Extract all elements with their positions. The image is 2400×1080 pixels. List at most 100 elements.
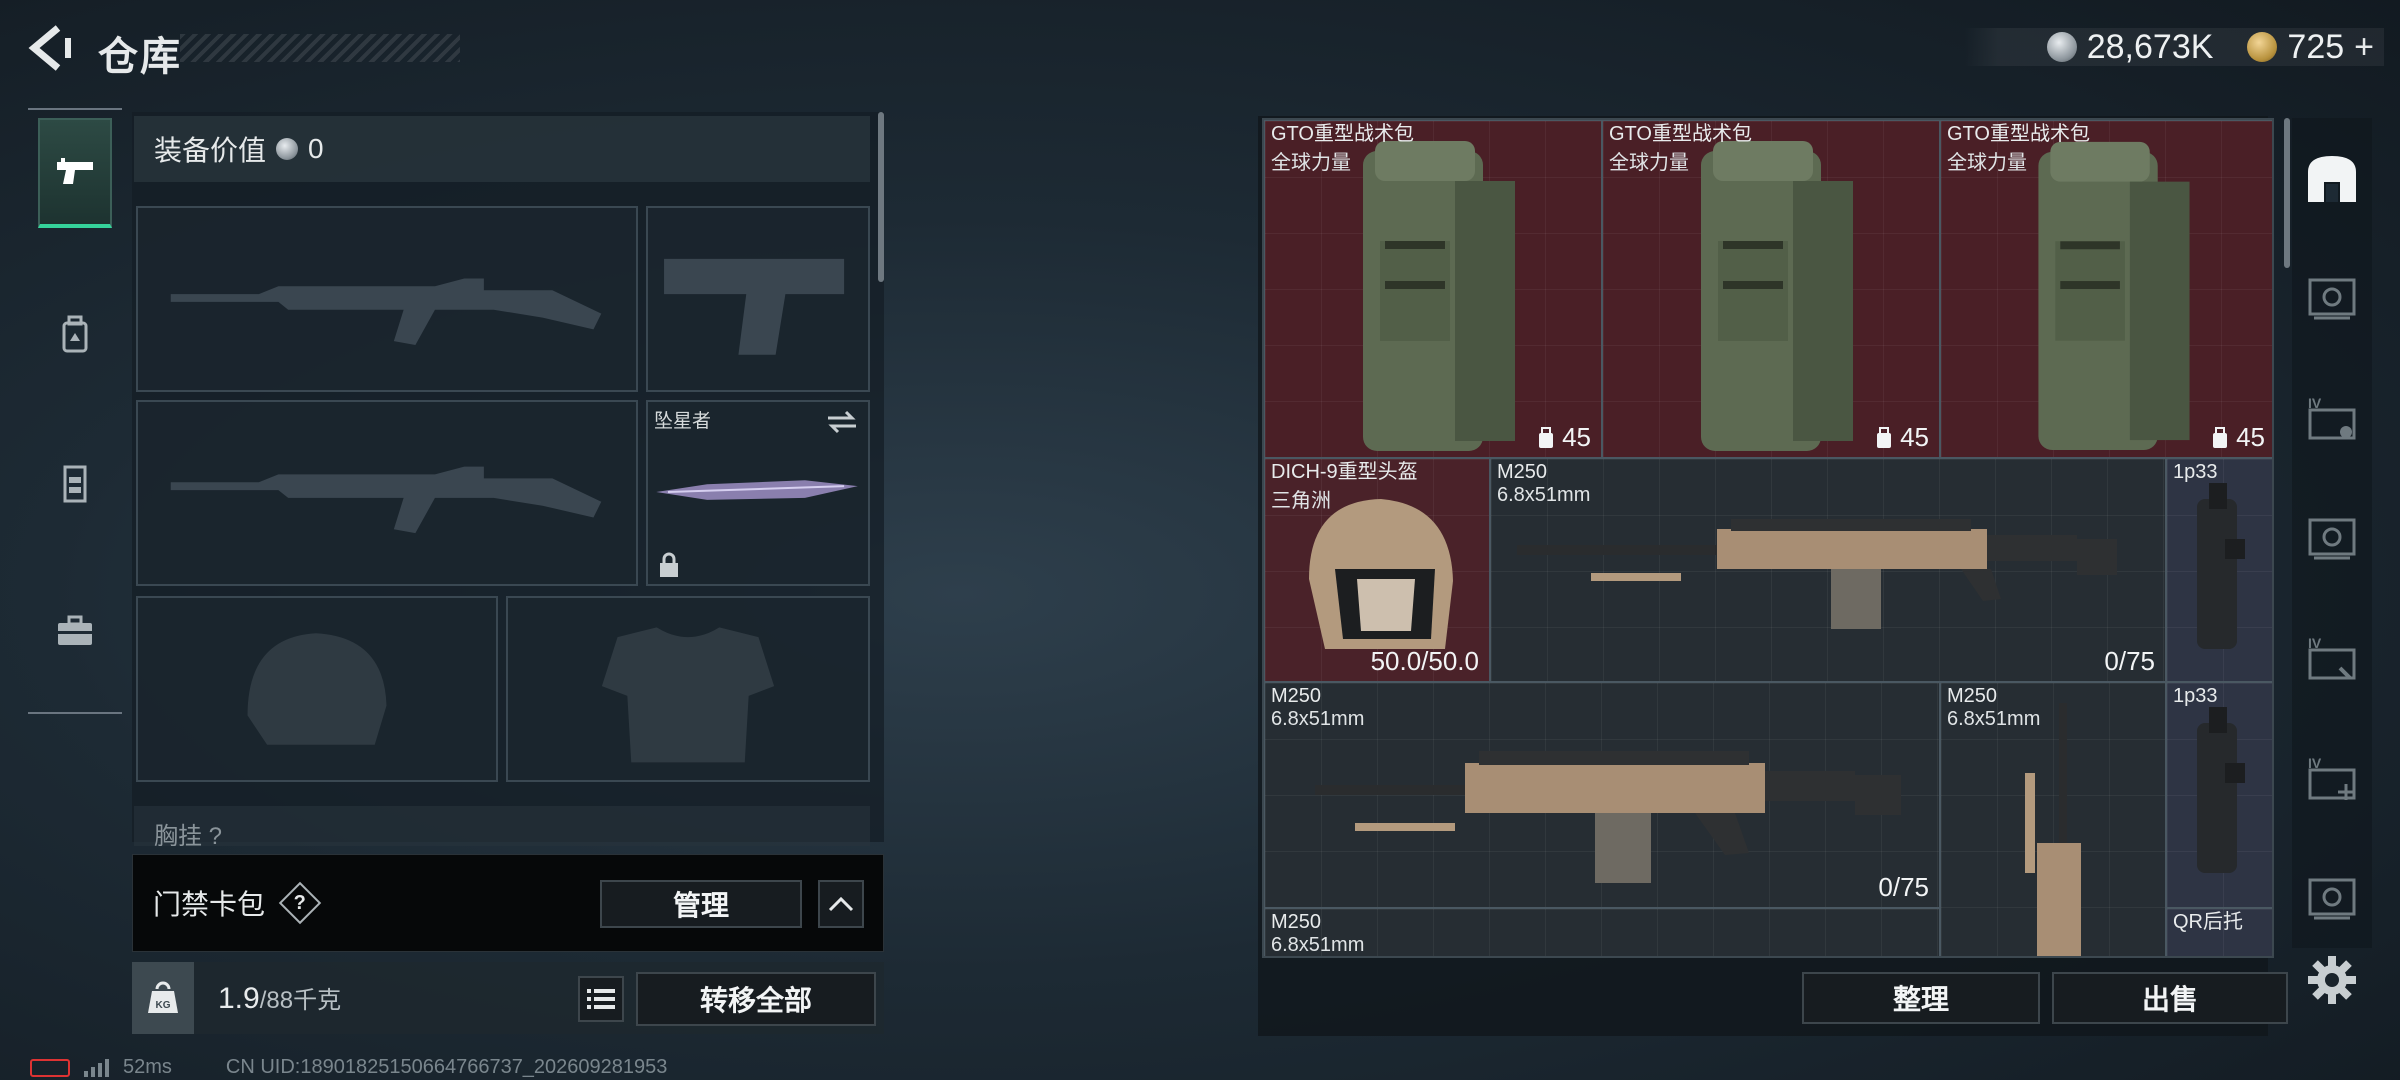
storage-item-helmet[interactable]: DICH-9重型头盔 三角洲 50.0/50.0 — [1264, 458, 1490, 682]
item-faction: 全球力量 — [1271, 152, 1351, 174]
tab-case[interactable] — [38, 576, 112, 686]
equipment-value-amount: 0 — [308, 133, 324, 164]
item-name: GTO重型战术包 — [1609, 123, 1752, 145]
rail-tab-4[interactable]: IV — [2300, 628, 2364, 688]
item-name: DICH-9重型头盔 — [1271, 461, 1418, 483]
gold-coin-icon — [2247, 32, 2278, 62]
storage-item-stock[interactable]: QR后托 — [2166, 908, 2272, 956]
rail-all-storage[interactable] — [2300, 148, 2364, 208]
equipment-value-header: 装备价值 0 — [134, 116, 870, 182]
transfer-all-button[interactable]: 转移全部 — [636, 972, 876, 1026]
lock-icon — [660, 552, 678, 577]
tab-vest[interactable] — [38, 428, 112, 538]
item-name: GTO重型战术包 — [1947, 123, 2090, 145]
briefcase-icon — [58, 615, 92, 645]
item-name: 1p33 — [2173, 685, 2218, 707]
body-armor-slot[interactable] — [506, 596, 870, 782]
tier-4-add-icon: IV — [2308, 755, 2356, 800]
primary-weapon-slot-1[interactable] — [136, 206, 638, 392]
item-ammo-count: 0/75 — [2104, 646, 2155, 676]
rail-tab-2[interactable]: IV — [2300, 388, 2364, 448]
item-ammo-count: 0/75 — [1878, 872, 1929, 902]
storage-item-m250[interactable]: M250 6.8x51mm 0/75 — [1264, 682, 1940, 908]
rifle-silhouette-icon — [170, 278, 602, 345]
item-capacity: 45 — [1536, 422, 1591, 453]
title-decoration — [180, 34, 460, 62]
gear-icon[interactable] — [2306, 954, 2358, 1006]
weight-readout: 1.9/88千克 — [218, 982, 342, 1015]
storage-item-m250[interactable]: M250 6.8x51mm 0/75 — [1490, 458, 2166, 682]
rail-tab-5[interactable]: IV — [2300, 748, 2364, 808]
battery-icon — [30, 1058, 70, 1077]
help-icon[interactable]: ? — [278, 881, 322, 925]
add-currency-button[interactable]: + — [2354, 28, 2374, 67]
scope-icon — [2197, 483, 2245, 649]
machine-gun-icon — [1517, 519, 2117, 629]
tab-backpack[interactable] — [38, 280, 112, 390]
storage-item-m250[interactable]: M250 6.8x51mm — [1264, 908, 1940, 956]
item-name: M250 — [1271, 911, 1322, 933]
manage-button[interactable]: 管理 — [600, 880, 802, 928]
access-card-label: 门禁卡包 — [153, 889, 266, 920]
backpack-capacity-icon — [2213, 426, 2228, 448]
tab-weapons[interactable] — [38, 118, 112, 228]
storage-item-m250[interactable]: M250 6.8x51mm — [1940, 682, 2166, 956]
storage-item-backpack[interactable]: GTO重型战术包 全球力量 45 — [1602, 120, 1940, 458]
storage-scrollbar[interactable] — [2284, 118, 2290, 268]
storage-item-scope[interactable]: 1p33 — [2166, 682, 2272, 908]
page-title: 仓库 — [98, 35, 182, 79]
warehouse-filter-icon — [2308, 878, 2356, 920]
armor-silhouette-icon — [601, 627, 775, 763]
warehouse-filter-icon — [2308, 518, 2356, 560]
scope-icon — [2197, 707, 2245, 873]
sidearm-slot[interactable] — [646, 206, 870, 392]
silver-coin-icon — [276, 138, 299, 160]
item-faction: 全球力量 — [1947, 152, 2027, 174]
item-name: QR后托 — [2173, 911, 2243, 933]
rail-tab-6[interactable] — [2300, 868, 2364, 928]
currency-a-amount: 28,673K — [2086, 27, 2214, 66]
collapse-button[interactable] — [818, 880, 864, 928]
item-faction: 三角洲 — [1271, 490, 1331, 512]
svg-text:KG: KG — [156, 1000, 171, 1011]
helmet-slot[interactable] — [136, 596, 498, 782]
backpack-capacity-icon — [1539, 426, 1554, 448]
item-name: M250 — [1947, 685, 1998, 707]
rail-tab-1[interactable] — [2300, 268, 2364, 328]
sell-button[interactable]: 出售 — [2052, 972, 2288, 1024]
chevron-up-icon — [828, 896, 854, 912]
currency-b-amount: 725 — [2287, 27, 2345, 66]
storage-item-backpack[interactable]: GTO重型战术包 全球力量 45 — [1940, 120, 2272, 458]
back-arrow-icon[interactable] — [28, 24, 72, 72]
item-faction: 全球力量 — [1609, 152, 1689, 174]
item-durability: 50.0/50.0 — [1370, 646, 1479, 676]
machine-gun-icon — [1315, 751, 1901, 883]
item-caliber: 6.8x51mm — [1497, 484, 1591, 506]
rail-tab-3[interactable] — [2300, 508, 2364, 568]
pistol-silhouette-icon — [664, 258, 845, 355]
loadout-scrollbar[interactable] — [878, 112, 884, 282]
currency-bar: 28,673K 725 + — [1964, 28, 2384, 66]
knife-icon — [656, 480, 858, 500]
equipment-value-label: 装备价值 — [154, 135, 267, 166]
weight-icon: KG — [132, 962, 194, 1034]
sort-button[interactable]: 整理 — [1802, 972, 2040, 1024]
item-name: M250 — [1497, 461, 1548, 483]
vest-icon — [63, 465, 87, 503]
melee-slot[interactable]: 坠星者 — [646, 400, 870, 586]
storage-item-backpack[interactable]: GTO重型战术包 全球力量 45 — [1264, 120, 1602, 458]
item-caliber: 6.8x51mm — [1271, 934, 1365, 956]
list-icon — [587, 989, 615, 1009]
helmet-silhouette-icon — [247, 633, 387, 745]
list-view-button[interactable] — [578, 976, 624, 1022]
storage-item-scope[interactable]: 1p33 — [2166, 458, 2272, 682]
primary-weapon-slot-2[interactable] — [136, 400, 638, 586]
signal-icon — [84, 1058, 109, 1077]
user-uid: CN UID:18901825150664766737_202609281953 — [225, 1056, 668, 1078]
storage-grid: GTO重型战术包 全球力量 45 GTO重型战术包 全球力量 45 GTO重型战… — [1262, 118, 2274, 958]
item-capacity: 45 — [2210, 422, 2265, 453]
item-caliber: 6.8x51mm — [1271, 708, 1365, 730]
tier-4-storage-icon: IV — [2308, 395, 2356, 440]
item-name: GTO重型战术包 — [1271, 123, 1414, 145]
item-name: M250 — [1271, 685, 1322, 707]
